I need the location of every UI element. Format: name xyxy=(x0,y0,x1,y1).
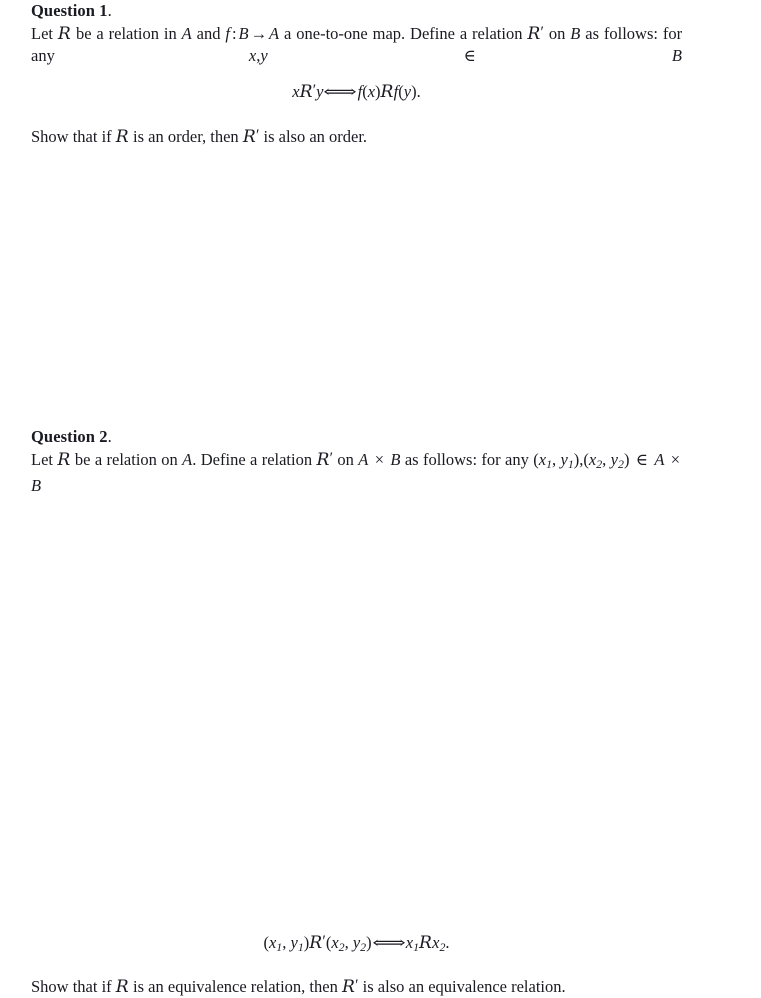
q2-pair2-close: ) xyxy=(623,449,630,469)
q2-eq-rhs-relation: R xyxy=(419,932,433,953)
q1-eq-lhs-relation: R xyxy=(299,81,313,102)
q2-set-a-member: A xyxy=(654,449,665,469)
q2-set-b-member: B xyxy=(31,476,42,496)
q1-relation-prime: R xyxy=(527,23,541,44)
q2-eq-y2: y xyxy=(352,932,361,952)
question-2-block: Question 2. Let R be a relation on A. De… xyxy=(31,426,682,997)
question-2-body: Let R be a relation on A. Define a relat… xyxy=(31,448,682,520)
q2-pair1-x: x xyxy=(538,449,547,469)
q1-eq-rhs-x: x xyxy=(367,81,376,101)
question-2-heading: Question 2. xyxy=(31,426,682,447)
q1-eq-rhs-relation: R xyxy=(380,81,394,102)
q2-eq-x2: x xyxy=(331,932,339,952)
q2-closing-relation: R xyxy=(115,976,129,997)
q2-relation-prime: R xyxy=(316,449,330,470)
q2-closing-show-that-if: Show that if xyxy=(31,976,112,996)
q1-set-a-codomain: A xyxy=(269,23,280,43)
question-2-heading-label: Question 2 xyxy=(31,427,108,446)
iff-arrow-icon-2: ⟺ xyxy=(371,934,406,952)
times-icon: × xyxy=(374,449,385,469)
q2-eq-rhs-x2: x xyxy=(432,932,440,952)
q1-set-b-domain: B xyxy=(570,23,581,43)
q2-eq-y1: y xyxy=(290,932,298,952)
q2-pair2-comma: , xyxy=(602,449,607,469)
q2-pair2-y: y xyxy=(610,449,618,469)
q2-eq-period: . xyxy=(445,932,450,952)
q1-eq-lhs-x: x xyxy=(292,81,300,101)
q2-set-a: A xyxy=(182,449,193,469)
q2-eq-comma1: , xyxy=(282,932,287,952)
question-1-closing: Show that if R is an order, then R′ is a… xyxy=(31,125,682,148)
q2-closing-prime-mark: ′ xyxy=(355,977,359,994)
q2-text-as-follows: as follows: for any xyxy=(404,449,529,469)
q1-set-a: A xyxy=(181,23,192,43)
q2-text-on: on xyxy=(337,449,354,469)
q1-closing-also-order: is also an order. xyxy=(263,126,368,146)
q2-closing-also-equivalence: is also an equivalence relation. xyxy=(362,976,566,996)
q2-pair1-y: y xyxy=(560,449,568,469)
q1-text-and: and xyxy=(196,23,221,43)
question-2-heading-period: . xyxy=(107,427,112,446)
right-arrow-icon: → xyxy=(250,23,268,43)
document-page: Question 1. Let R be a relation in A and… xyxy=(31,0,682,997)
q1-relation-symbol: R xyxy=(57,23,72,44)
q1-text-one-to-one: a one-to-one map. Define a relation xyxy=(284,23,523,43)
q1-set-b: B xyxy=(238,23,249,43)
iff-arrow-icon: ⟺ xyxy=(323,83,358,101)
q2-text-let: Let xyxy=(31,449,53,469)
q2-pair1-comma: , xyxy=(552,449,557,469)
q1-colon: : xyxy=(231,23,237,43)
question-1-heading-label: Question 1 xyxy=(31,1,108,20)
q1-closing-show-that-if: Show that if xyxy=(31,126,112,146)
q1-closing-is-an-order: is an order, then xyxy=(133,126,239,146)
q2-set-a-product: A xyxy=(358,449,369,469)
q1-text-on: on xyxy=(548,23,566,43)
q1-text-let: Let xyxy=(31,23,53,43)
element-of-icon-2: ∈ xyxy=(635,449,648,469)
q1-var-y: y xyxy=(260,46,268,66)
q2-closing-is-equivalence: is an equivalence relation, then xyxy=(133,976,338,996)
question-2-closing: Show that if R is an equivalence relatio… xyxy=(31,975,682,998)
q1-closing-relation-prime: R xyxy=(242,126,256,147)
question-2-equation: (x1, y1)R′(x2, y2)⟺x1Rx2. xyxy=(31,931,682,958)
q2-text-define-relation: . Define a relation xyxy=(192,449,313,469)
q2-eq-relation: R xyxy=(309,932,323,953)
q2-text-be-relation-on: be a relation on xyxy=(74,449,178,469)
q2-eq-comma2: , xyxy=(344,932,349,952)
times-icon-2: × xyxy=(670,449,681,469)
q1-eq-rhs-y: y xyxy=(403,81,412,101)
q2-closing-relation-prime: R xyxy=(341,976,356,997)
question-1-equation: xR′y⟺f(x)Rf(y). xyxy=(31,80,682,104)
question-1-heading-period: . xyxy=(107,1,112,20)
question-1-heading: Question 1. xyxy=(31,0,682,21)
q2-set-b-product: B xyxy=(390,449,401,469)
q1-set-b-member: B xyxy=(671,46,682,66)
q2-prime-mark: ′ xyxy=(329,450,334,467)
q1-prime-mark: ′ xyxy=(540,24,544,41)
q2-relation-symbol: R xyxy=(57,449,71,470)
question-1-block: Question 1. Let R be a relation in A and… xyxy=(31,0,682,147)
element-of-icon: ∈ xyxy=(463,46,476,66)
q1-closing-prime-mark: ′ xyxy=(255,127,260,144)
q1-eq-period: . xyxy=(416,81,421,101)
q2-eq-x1: x xyxy=(268,932,277,952)
q1-text-be-relation-in: be a relation in xyxy=(75,23,177,43)
q1-closing-relation: R xyxy=(115,126,129,147)
